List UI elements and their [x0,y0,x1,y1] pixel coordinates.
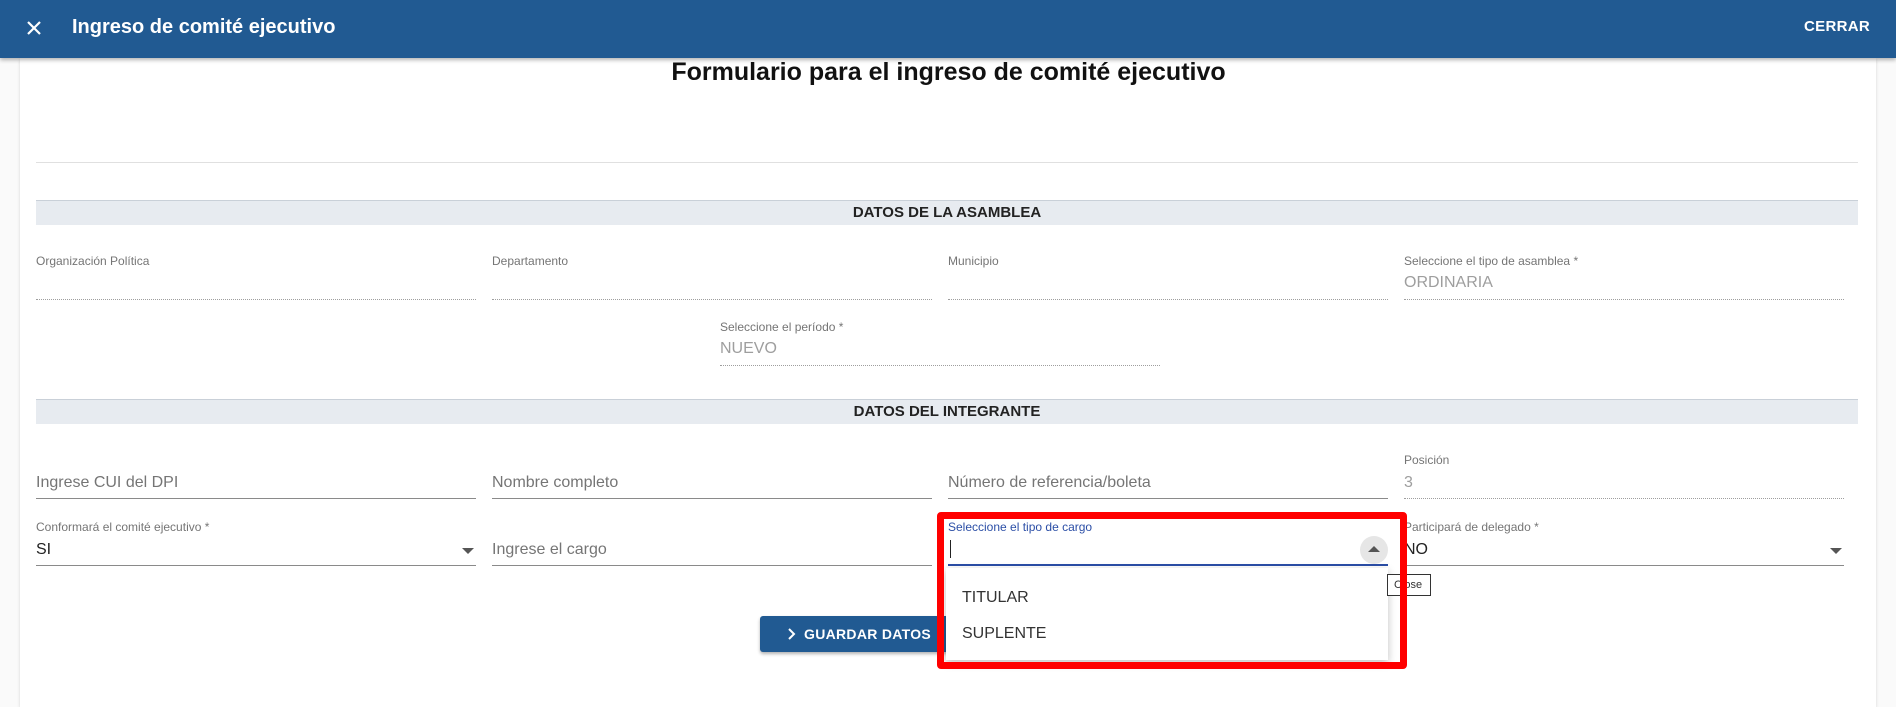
departamento-label: Departamento [492,254,569,268]
tipo-asamblea-label: Seleccione el tipo de asamblea * [1404,254,1579,268]
guardar-datos-button[interactable]: GUARDAR DATOS [760,616,952,652]
field-underline [492,565,932,566]
field-underline [1404,498,1844,499]
section-header-asamblea: DATOS DE LA ASAMBLEA [36,200,1858,225]
dropdown-arrow-icon[interactable] [462,548,474,554]
tipo-cargo-dropdown-menu: TITULAR SUPLENTE [946,568,1388,660]
posicion-value: 3 [1404,474,1413,491]
nombre-completo-placeholder: Nombre completo [492,474,619,491]
departamento-field[interactable]: Departamento [492,254,932,300]
field-underline [948,498,1388,499]
conformara-comite-select[interactable]: Conformará el comité ejecutivo * SI [36,520,476,566]
field-underline [1404,565,1844,566]
cerrar-button[interactable]: CERRAR [1804,17,1870,37]
conformara-comite-label: Conformará el comité ejecutivo * [36,520,210,534]
field-underline [36,565,476,566]
field-underline [1404,299,1844,300]
collapse-dropdown-button[interactable] [1360,536,1388,564]
nombre-completo-input[interactable]: Nombre completo [492,453,932,499]
tipo-cargo-select[interactable]: Seleccione el tipo de cargo [948,520,1388,566]
field-underline [948,299,1388,300]
tipo-asamblea-value: ORDINARIA [1404,274,1493,291]
posicion-label: Posición [1404,453,1450,467]
cargo-input[interactable]: Ingrese el cargo [492,520,932,566]
periodo-label: Seleccione el período * [720,320,844,334]
participara-delegado-value: NO [1404,541,1428,558]
periodo-field[interactable]: Seleccione el período * NUEVO [720,320,1160,366]
tipo-cargo-label: Seleccione el tipo de cargo [948,520,1093,534]
cargo-placeholder: Ingrese el cargo [492,541,607,558]
field-underline [492,498,932,499]
participara-delegado-select[interactable]: Participará de delegado * NO [1404,520,1844,566]
app-bar: Ingreso de comité ejecutivo CERRAR [0,0,1896,58]
organizacion-politica-field[interactable]: Organización Política [36,254,476,300]
field-underline [720,365,1160,366]
dropdown-option-titular[interactable]: TITULAR [962,588,1029,608]
posicion-field[interactable]: Posición 3 [1404,453,1844,499]
field-underline [36,299,476,300]
cui-placeholder: Ingrese CUI del DPI [36,474,179,491]
referencia-boleta-placeholder: Número de referencia/boleta [948,474,1151,491]
conformara-comite-value: SI [36,541,52,558]
chevron-up-icon [1368,546,1380,552]
dropdown-arrow-icon[interactable] [1830,548,1842,554]
municipio-label: Municipio [948,254,999,268]
tipo-asamblea-field[interactable]: Seleccione el tipo de asamblea * ORDINAR… [1404,254,1844,300]
cui-input[interactable]: Ingrese CUI del DPI [36,453,476,499]
organizacion-politica-label: Organización Política [36,254,150,268]
title-divider [36,162,1858,163]
form-title: Formulario para el ingreso de comité eje… [671,58,1226,86]
periodo-value: NUEVO [720,340,777,357]
guardar-datos-label: GUARDAR DATOS [804,626,932,642]
dialog-title: Ingreso de comité ejecutivo [72,16,336,38]
field-underline [948,564,1388,566]
dropdown-option-suplente[interactable]: SUPLENTE [962,624,1046,644]
participara-delegado-label: Participará de delegado * [1404,520,1539,534]
referencia-boleta-input[interactable]: Número de referencia/boleta [948,453,1388,499]
section-header-integrante: DATOS DEL INTEGRANTE [36,399,1858,424]
municipio-field[interactable]: Municipio [948,254,1388,300]
close-icon[interactable] [20,14,48,42]
chevron-right-icon [788,628,796,640]
text-caret [950,540,951,558]
close-tooltip: Close [1387,574,1431,596]
field-underline [36,498,476,499]
field-underline [492,299,932,300]
